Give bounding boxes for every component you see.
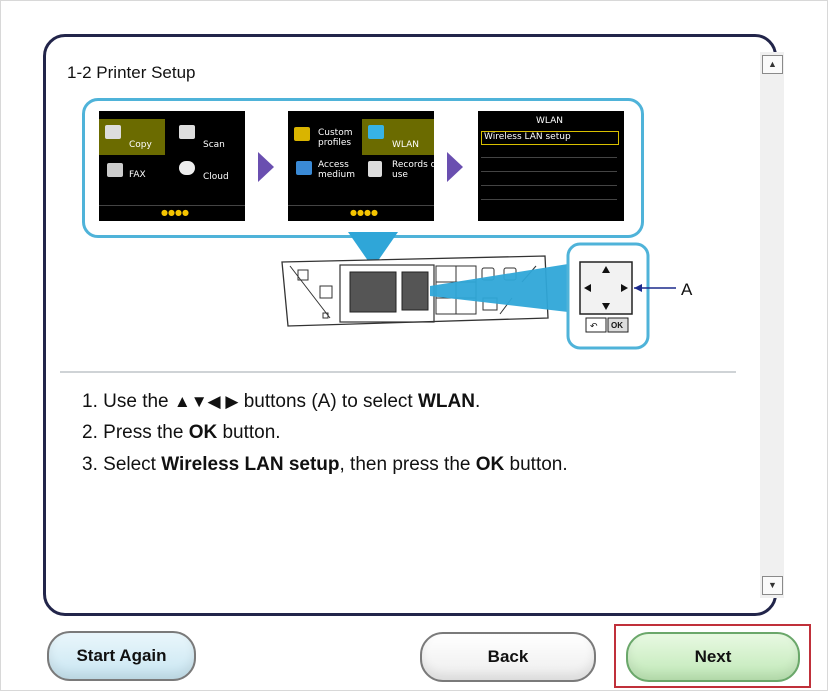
divider: [60, 371, 736, 373]
instruction-1: 1. Use the ▲▼◀ ▶ buttons (A) to select W…: [82, 391, 480, 413]
instruction-emphasis: OK: [188, 422, 218, 443]
instruction-text: button.: [222, 422, 281, 443]
instruction-emphasis: Wireless LAN setup: [161, 454, 340, 475]
start-again-button[interactable]: Start Again: [47, 631, 196, 681]
instruction-text: buttons (A) to select: [243, 391, 413, 412]
step-number: 3.: [82, 454, 98, 475]
step-number: 1.: [82, 391, 98, 412]
instruction-text: Use the: [103, 391, 169, 412]
ok-key-label: OK: [611, 321, 623, 330]
instruction-text: , then press the: [339, 454, 471, 475]
instruction-2: 2. Press the OK button.: [82, 422, 281, 444]
arrow-keys-icon: ▲▼◀ ▶: [173, 392, 239, 411]
instruction-text: Press the: [103, 422, 184, 443]
back-button[interactable]: Back: [420, 632, 596, 682]
instruction-emphasis: WLAN: [417, 391, 475, 412]
instruction-text: button.: [509, 454, 568, 475]
instruction-text: Select: [103, 454, 156, 475]
instruction-text: .: [474, 391, 481, 412]
next-button[interactable]: Next: [626, 632, 800, 682]
step-number: 2.: [82, 422, 98, 443]
callout-label-a: A: [681, 280, 693, 299]
instruction-3: 3. Select Wireless LAN setup, then press…: [82, 454, 568, 476]
svg-text:↶: ↶: [590, 322, 598, 332]
printer-panel-drawing: ↶: [281, 232, 676, 350]
instruction-emphasis: OK: [475, 454, 505, 475]
